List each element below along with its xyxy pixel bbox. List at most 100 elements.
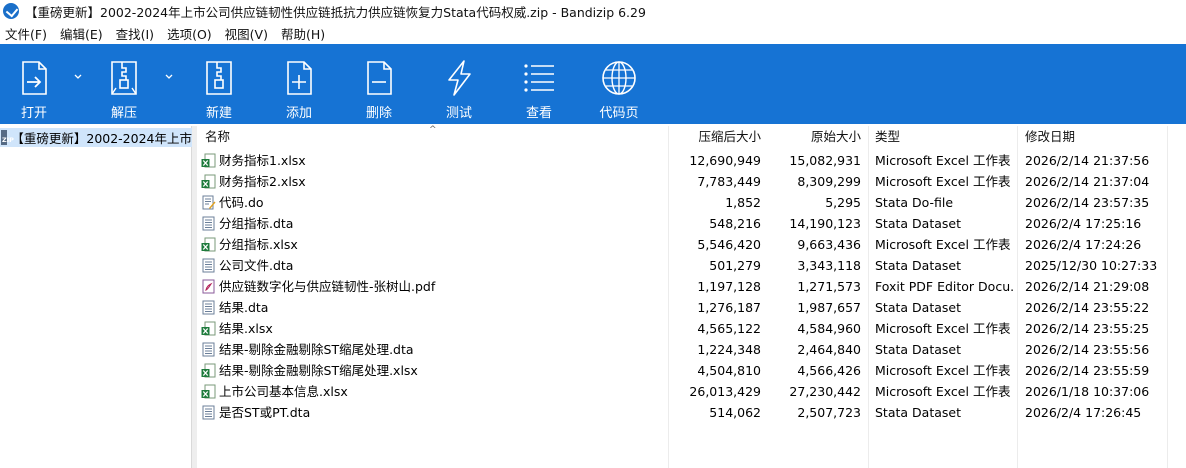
extract-button[interactable]: 解压 [104, 44, 144, 124]
file-name-cell: 结果.dta [201, 297, 667, 318]
column-header-original-size[interactable]: 原始大小 [769, 126, 861, 148]
file-original-size: 9,663,436 [797, 237, 861, 252]
dta-icon [201, 258, 216, 273]
column-header-name[interactable]: 名称 [205, 126, 230, 148]
menu-view[interactable]: 视图(V) [220, 24, 276, 43]
file-packed-size: 1,197,128 [697, 279, 761, 294]
file-name: 公司文件.dta [219, 258, 294, 273]
file-modified-date: 2026/2/14 21:29:08 [1025, 279, 1150, 294]
file-name: 代码.do [219, 195, 264, 210]
menu-help[interactable]: 帮助(H) [276, 24, 333, 43]
open-label: 打开 [20, 106, 47, 121]
dta-icon [201, 216, 216, 231]
file-list: 名称 ^ 压缩后大小 原始大小 类型 修改日期 财务指标1.xlsx 12,690… [197, 125, 1186, 468]
file-modified-date: 2026/2/4 17:26:45 [1025, 405, 1142, 420]
file-row[interactable]: 结果-剔除金融剔除ST缩尾处理.dta 1,224,348 2,464,840 Sta… [197, 339, 1186, 360]
lightning-icon [448, 60, 471, 96]
file-type: Microsoft Excel 工作表 [875, 384, 1011, 399]
open-icon [22, 61, 47, 95]
file-packed-size: 12,690,949 [689, 153, 761, 168]
codepage-label: 代码页 [599, 106, 639, 121]
file-row[interactable]: 供应链数字化与供应链韧性-张树山.pdf 1,197,128 1,271,573 Fo… [197, 276, 1186, 297]
list-view-icon [524, 64, 554, 92]
menu-options[interactable]: 选项(O) [162, 24, 220, 43]
file-original-size: 1,987,657 [797, 300, 861, 315]
codepage-button[interactable]: 代码页 [598, 44, 640, 124]
new-button[interactable]: 新建 [199, 44, 239, 124]
open-dropdown-arrow-icon[interactable] [73, 72, 83, 82]
file-row[interactable]: 结果-剔除金融剔除ST缩尾处理.xlsx 4,504,810 4,566,426 Mi… [197, 360, 1186, 381]
column-header-packed-size[interactable]: 压缩后大小 [669, 126, 761, 148]
file-packed-size: 1,852 [725, 195, 761, 210]
file-original-size: 5,295 [825, 195, 861, 210]
file-type: Stata Dataset [875, 216, 961, 231]
file-modified-date: 2026/2/14 23:55:22 [1025, 300, 1150, 315]
bandizip-app-icon [3, 3, 19, 19]
zip-archive-icon [1, 130, 15, 145]
file-row[interactable]: 是否ST或PT.dta 514,062 2,507,723 Stata Dataset… [197, 402, 1186, 423]
file-name: 结果-剔除金融剔除ST缩尾处理.xlsx [219, 363, 418, 378]
file-row[interactable]: 结果.xlsx 4,565,122 4,584,960 Microsoft Excel… [197, 318, 1186, 339]
file-packed-size: 1,224,348 [697, 342, 761, 357]
menu-find[interactable]: 查找(I) [111, 24, 162, 43]
file-packed-size: 4,504,810 [697, 363, 761, 378]
file-row[interactable]: 分组指标.xlsx 5,546,420 9,663,436 Microsoft Exc… [197, 234, 1186, 255]
file-packed-size: 4,565,122 [697, 321, 761, 336]
dta-icon [201, 300, 216, 315]
file-row[interactable]: 财务指标2.xlsx 7,783,449 8,309,299 Microsoft Ex… [197, 171, 1186, 192]
extract-label: 解压 [110, 106, 137, 121]
menu-edit[interactable]: 编辑(E) [55, 24, 111, 43]
file-row[interactable]: 代码.do 1,852 5,295 Stata Do-file 2026/2/14 23… [197, 192, 1186, 213]
file-type: Microsoft Excel 工作表 [875, 363, 1011, 378]
file-row[interactable]: 公司文件.dta 501,279 3,343,118 Stata Dataset 202… [197, 255, 1186, 276]
file-row[interactable]: 结果.dta 1,276,187 1,987,657 Stata Dataset 202… [197, 297, 1186, 318]
new-label: 新建 [205, 106, 232, 121]
file-original-size: 4,566,426 [797, 363, 861, 378]
globe-icon [602, 61, 636, 95]
menu-file[interactable]: 文件(F) [0, 24, 55, 43]
menu-bar: 文件(F) 编辑(E) 查找(I) 选项(O) 视图(V) 帮助(H) [0, 23, 1186, 44]
new-zip-icon [206, 61, 232, 95]
sort-ascending-icon: ^ [429, 125, 437, 135]
file-name: 结果-剔除金融剔除ST缩尾处理.dta [219, 342, 414, 357]
excel-icon [201, 153, 216, 168]
title-bar: 【重磅更新】2002-2024年上市公司供应链韧性供应链抵抗力供应链恢复力Sta… [0, 0, 1186, 22]
file-row[interactable]: 财务指标1.xlsx 12,690,949 15,082,931 Microsoft … [197, 150, 1186, 171]
file-name-cell: 结果-剔除金融剔除ST缩尾处理.dta [201, 339, 667, 360]
file-name-cell: 结果-剔除金融剔除ST缩尾处理.xlsx [201, 360, 667, 381]
file-row[interactable]: 分组指标.dta 548,216 14,190,123 Stata Dataset 20… [197, 213, 1186, 234]
file-modified-date: 2026/2/14 23:57:35 [1025, 195, 1150, 210]
file-type: Stata Do-file [875, 195, 954, 210]
file-type: Stata Dataset [875, 342, 961, 357]
add-file-icon [287, 61, 312, 95]
file-original-size: 4,584,960 [797, 321, 861, 336]
file-row[interactable]: 上市公司基本信息.xlsx 26,013,429 27,230,442 Microso… [197, 381, 1186, 402]
add-button[interactable]: 添加 [279, 44, 319, 124]
file-name: 分组指标.dta [219, 216, 294, 231]
column-header-type[interactable]: 类型 [875, 126, 900, 148]
add-label: 添加 [285, 106, 312, 121]
file-original-size: 2,464,840 [797, 342, 861, 357]
file-type: Microsoft Excel 工作表 [875, 237, 1011, 252]
delete-button[interactable]: 删除 [359, 44, 399, 124]
file-original-size: 2,507,723 [797, 405, 861, 420]
tree-root-label: 【重磅更新】2002-2024年上市 [11, 131, 192, 146]
dta-icon [201, 405, 216, 420]
extract-dropdown-arrow-icon[interactable] [164, 72, 174, 82]
file-original-size: 14,190,123 [789, 216, 861, 231]
view-label: 查看 [525, 106, 552, 121]
test-button[interactable]: 测试 [439, 44, 479, 124]
file-modified-date: 2026/1/18 10:37:06 [1025, 384, 1150, 399]
file-packed-size: 548,216 [709, 216, 761, 231]
file-name-cell: 结果.xlsx [201, 318, 667, 339]
file-name-cell: 公司文件.dta [201, 255, 667, 276]
toolbar: 打开 解压 新建 添加 删除 测试 查看 代码页 [0, 44, 1186, 124]
column-header-modified[interactable]: 修改日期 [1025, 126, 1075, 148]
open-button[interactable]: 打开 [14, 44, 54, 124]
view-button[interactable]: 查看 [519, 44, 559, 124]
tree-root-archive[interactable]: 【重磅更新】2002-2024年上市 [0, 128, 192, 147]
excel-icon [201, 174, 216, 189]
file-original-size: 27,230,442 [789, 384, 861, 399]
file-type: Foxit PDF Editor Docu... [875, 279, 1015, 294]
file-type: Stata Dataset [875, 258, 961, 273]
